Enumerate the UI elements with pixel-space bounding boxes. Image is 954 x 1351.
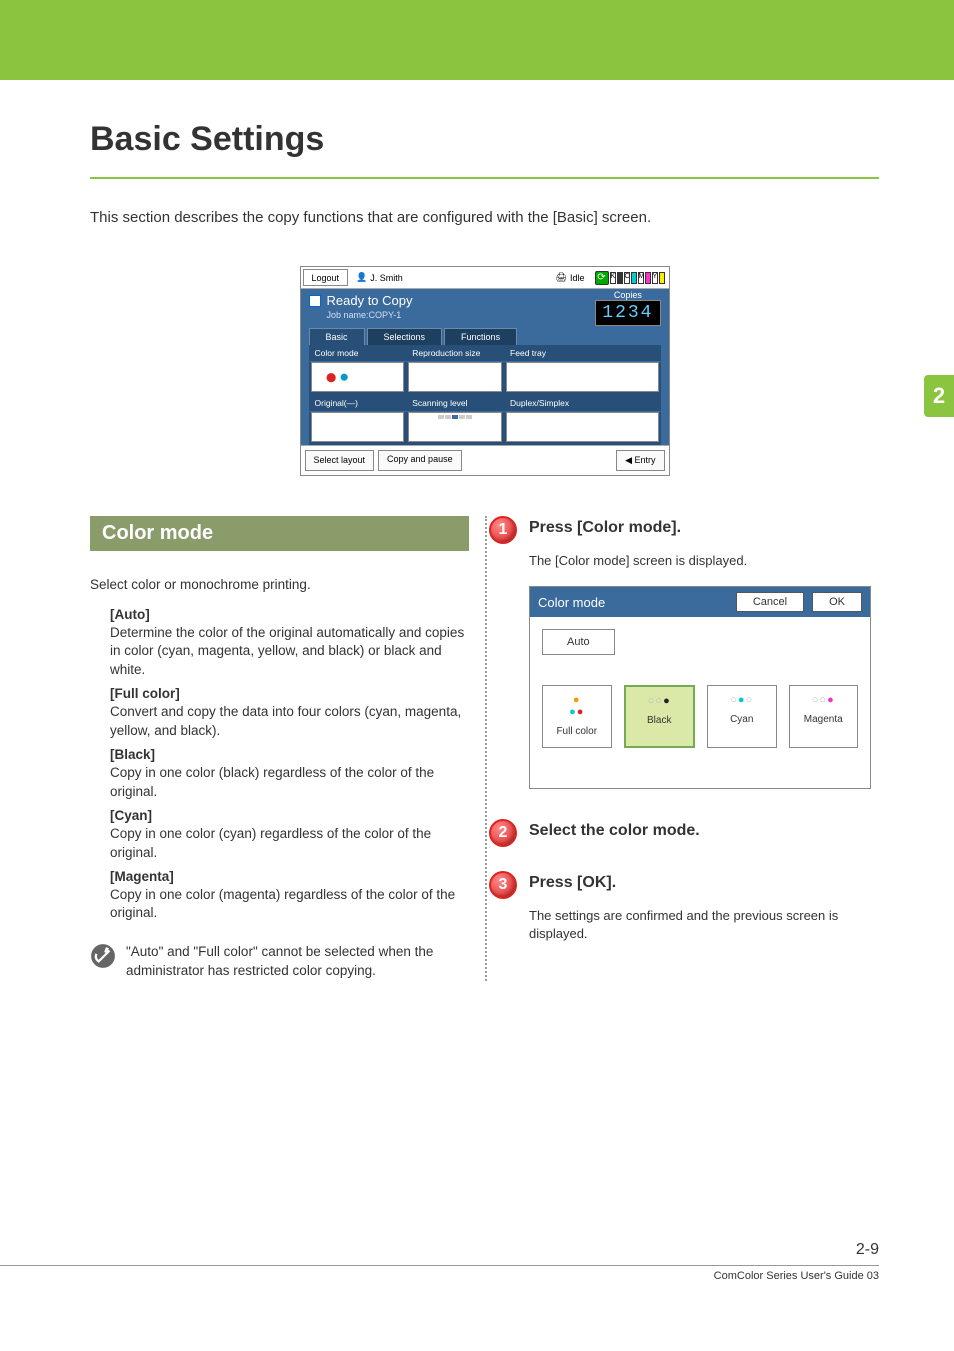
step-2-title: Select the color mode. [529,822,700,840]
cell-color-mode[interactable]: ⬤⬤ Full color [311,362,405,392]
header-repro-size: Reproduction size [406,345,504,362]
step-3: 3 Press [OK]. [489,871,879,899]
copy-pause-button[interactable]: Copy and pause [378,450,462,471]
black-option[interactable]: ○○● Black [624,685,696,748]
cell-duplex[interactable]: ▯ Duplex → Duplex [506,412,658,442]
info-icon [90,943,116,969]
cell-scanning-level[interactable]: ▲ 3 [408,412,502,442]
printer-status: 🖨Idle [550,267,591,288]
ink-levels: ⟳ K C M Y [591,267,669,288]
step-3-title: Press [OK]. [529,874,616,892]
step-2: 2 Select the color mode. [489,819,879,847]
tab-selections[interactable]: Selections [367,328,443,345]
refresh-icon: ⟳ [595,271,609,285]
tab-basic[interactable]: Basic [309,328,365,345]
cell-repro-size[interactable]: 100% (1:1) [408,362,502,392]
cyan-option[interactable]: ○●○ Cyan [707,685,777,748]
section-heading-color-mode: Color mode [90,516,469,551]
step-1: 1 Press [Color mode]. [489,516,879,544]
basic-screen-screenshot: Logout 👤J. Smith 🖨Idle ⟳ K C M Y Ready t… [300,266,670,476]
option-magenta: [Magenta] Copy in one color (magenta) re… [110,869,469,924]
note: "Auto" and "Full color" cannot be select… [90,943,469,981]
full-color-option[interactable]: ●●● Full color [542,685,612,748]
tab-functions[interactable]: Functions [444,328,517,345]
select-layout-button[interactable]: Select layout [305,450,375,471]
cell-feed-tray[interactable]: ▤ A4 Plain (Standard) [506,362,658,392]
color-mode-screenshot: Color mode Cancel OK Auto ●●● Full color [529,586,879,789]
footer-text: ComColor Series User's Guide 03 [0,1270,879,1282]
footer-rule [0,1265,879,1266]
step-1-sub: The [Color mode] screen is displayed. [529,552,879,570]
step-2-badge: 2 [489,819,517,847]
option-full-color: [Full color] Convert and copy the data i… [110,686,469,741]
copies-counter: 1234 [595,300,660,326]
option-auto: [Auto] Determine the color of the origin… [110,607,469,681]
header-duplex: Duplex/Simplex [504,395,660,412]
top-banner [0,0,954,80]
title-rule [90,177,879,179]
color-mode-lead: Select color or monochrome printing. [90,575,469,595]
step-3-sub: The settings are confirmed and the previ… [529,907,879,943]
step-1-title: Press [Color mode]. [529,519,681,537]
cm-title: Color mode [538,595,605,610]
cell-original[interactable]: ▦ Line/Photo [311,412,405,442]
chapter-tab: 2 [924,375,954,417]
cancel-button[interactable]: Cancel [736,592,804,612]
page-number: 2-9 [0,1241,879,1259]
auto-option-button[interactable]: Auto [542,629,615,655]
intro-text: This section describes the copy function… [90,209,879,226]
header-original: Original(—) [309,395,407,412]
header-scanning-level: Scanning level [406,395,504,412]
user-label: 👤J. Smith [356,267,403,288]
option-cyan: [Cyan] Copy in one color (cyan) regardle… [110,808,469,863]
entry-button[interactable]: ◀ Entry [616,450,664,471]
ok-button[interactable]: OK [812,592,862,612]
header-feed-tray: Feed tray [504,345,660,362]
option-black: [Black] Copy in one color (black) regard… [110,747,469,802]
step-1-badge: 1 [489,516,517,544]
magenta-option[interactable]: ○○● Magenta [789,685,859,748]
logout-button[interactable]: Logout [303,269,349,286]
column-divider [485,516,487,981]
save-icon [309,295,321,307]
page-title: Basic Settings [90,120,879,159]
header-color-mode: Color mode [309,345,407,362]
step-3-badge: 3 [489,871,517,899]
copies-label: Copies [595,290,660,300]
